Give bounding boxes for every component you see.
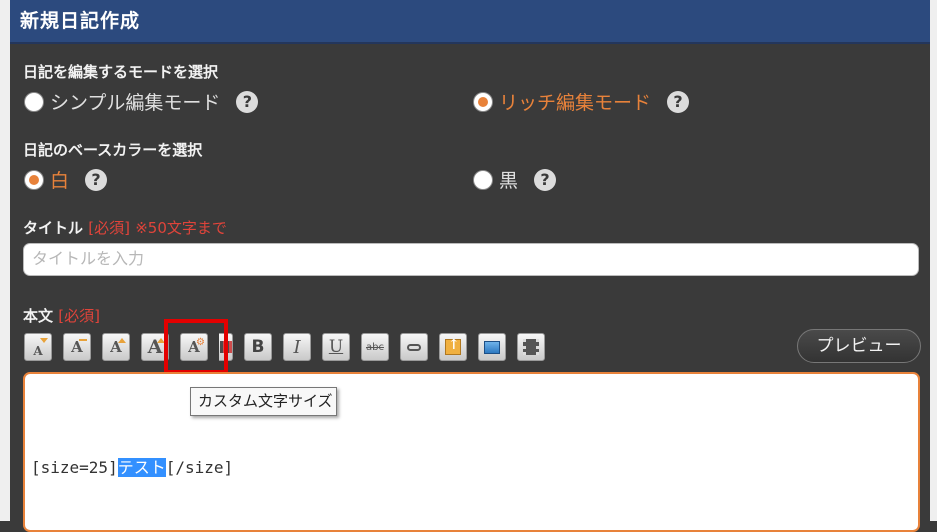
title-label-text: タイトル <box>23 219 84 237</box>
editor-text-prefix: [size=25] <box>31 458 118 477</box>
base-color-white-label: 白 <box>50 170 70 192</box>
upload-icon <box>445 337 461 355</box>
help-icon[interactable]: ? <box>534 168 557 191</box>
header-bar: 新規日記作成 <box>10 0 930 44</box>
mode-option-rich-label: リッチ編集モード <box>499 92 652 114</box>
help-icon[interactable]: ? <box>667 90 690 113</box>
bold-button[interactable]: B <box>244 333 272 361</box>
editor-text: [size=25]テスト[/size] <box>31 454 233 478</box>
base-color-option-black[interactable]: 黒 ? <box>473 166 557 193</box>
image-icon <box>484 340 500 354</box>
image-button[interactable] <box>478 333 506 361</box>
page-margin-left <box>0 0 10 521</box>
preview-button[interactable]: プレビュー <box>797 329 921 363</box>
body-required-badge: [必須] <box>58 307 100 325</box>
base-color-black-label: 黒 <box>499 170 519 192</box>
page-margin-right <box>930 0 937 521</box>
radio-rich-mode[interactable] <box>473 91 493 112</box>
strikethrough-icon: abc <box>366 341 384 353</box>
editor-text-suffix: [/size] <box>165 458 234 477</box>
custom-font-size-tooltip: カスタム文字サイズ <box>190 387 337 416</box>
upload-button[interactable] <box>439 333 467 361</box>
video-icon <box>523 339 539 355</box>
font-size-small-button[interactable]: A <box>63 333 91 361</box>
editor-selected-text: テスト <box>117 458 166 477</box>
body-label-text: 本文 <box>23 307 54 325</box>
base-color-option-white[interactable]: 白 ? <box>24 166 108 193</box>
underline-button[interactable]: U <box>322 333 350 361</box>
link-icon <box>407 343 421 351</box>
mode-option-simple-label: シンプル編集モード <box>50 92 221 114</box>
bold-icon: B <box>251 337 265 357</box>
radio-simple-mode[interactable] <box>24 91 44 112</box>
title-required-badge: [必須] <box>88 219 130 237</box>
mode-option-simple[interactable]: シンプル編集モード ? <box>24 88 259 115</box>
highlight-box <box>164 319 228 374</box>
font-size-down-icon: A <box>33 344 43 358</box>
strikethrough-button[interactable]: abc <box>361 333 389 361</box>
editor-toolbar: A A A A A ⚙ B I U abc <box>24 333 556 361</box>
diary-form-panel: 日記を編集するモードを選択 シンプル編集モード ? リッチ編集モード ? 日記の… <box>10 44 930 532</box>
title-length-note: ※50文字まで <box>135 219 227 237</box>
body-editor[interactable]: [size=25]テスト[/size] <box>23 372 920 532</box>
font-size-up-button[interactable]: A <box>102 333 130 361</box>
help-icon[interactable]: ? <box>236 90 259 113</box>
italic-icon: I <box>293 336 301 358</box>
page-title: 新規日記作成 <box>20 10 141 32</box>
base-color-section-label: 日記のベースカラーを選択 <box>23 141 203 159</box>
radio-black[interactable] <box>473 169 493 190</box>
radio-white[interactable] <box>24 169 44 190</box>
underline-icon: U <box>328 337 344 357</box>
italic-button[interactable]: I <box>283 333 311 361</box>
video-button[interactable] <box>517 333 545 361</box>
mode-section-label: 日記を編集するモードを選択 <box>23 63 219 81</box>
title-field-label: タイトル [必須] ※50文字まで <box>23 217 227 238</box>
font-size-down-button[interactable]: A <box>24 333 52 361</box>
body-field-label: 本文 [必須] <box>23 305 100 326</box>
mode-option-rich[interactable]: リッチ編集モード ? <box>473 88 690 115</box>
link-button[interactable] <box>400 333 428 361</box>
help-icon[interactable]: ? <box>85 168 108 191</box>
title-input[interactable] <box>23 243 919 276</box>
